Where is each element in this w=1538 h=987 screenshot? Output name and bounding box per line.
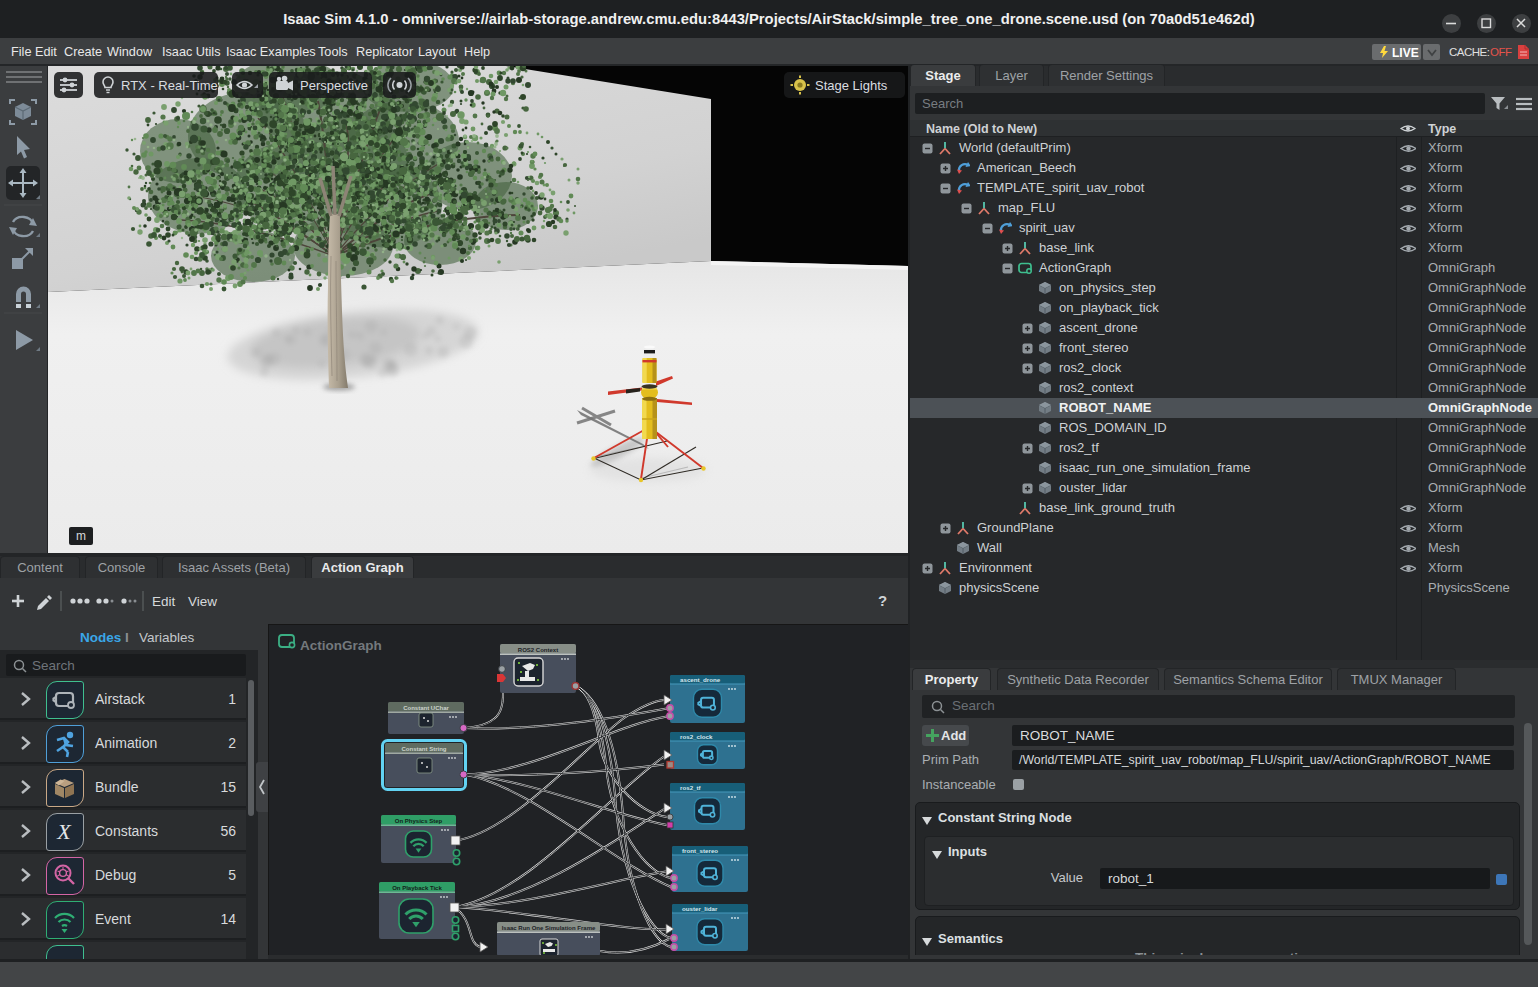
svg-text:front_stereo: front_stereo [682,847,718,854]
svg-text:On Playback Tick: On Playback Tick [392,885,442,891]
svg-text:ascent_drone: ascent_drone [680,676,721,683]
svg-text:ros2_tf: ros2_tf [680,784,702,791]
svg-text:Constant String: Constant String [402,746,447,752]
svg-text:ActionGraph: ActionGraph [300,638,382,653]
svg-text:On Physics Step: On Physics Step [395,818,443,824]
svg-text:X: X [56,819,72,844]
svg-text:ROS2 Context: ROS2 Context [518,647,558,653]
svg-text:ros2_clock: ros2_clock [680,733,713,740]
svg-text:ouster_lidar: ouster_lidar [682,905,718,912]
svg-text:Isaac Run One Simulation Frame: Isaac Run One Simulation Frame [502,925,596,931]
svg-text:Constant UChar: Constant UChar [403,705,449,711]
